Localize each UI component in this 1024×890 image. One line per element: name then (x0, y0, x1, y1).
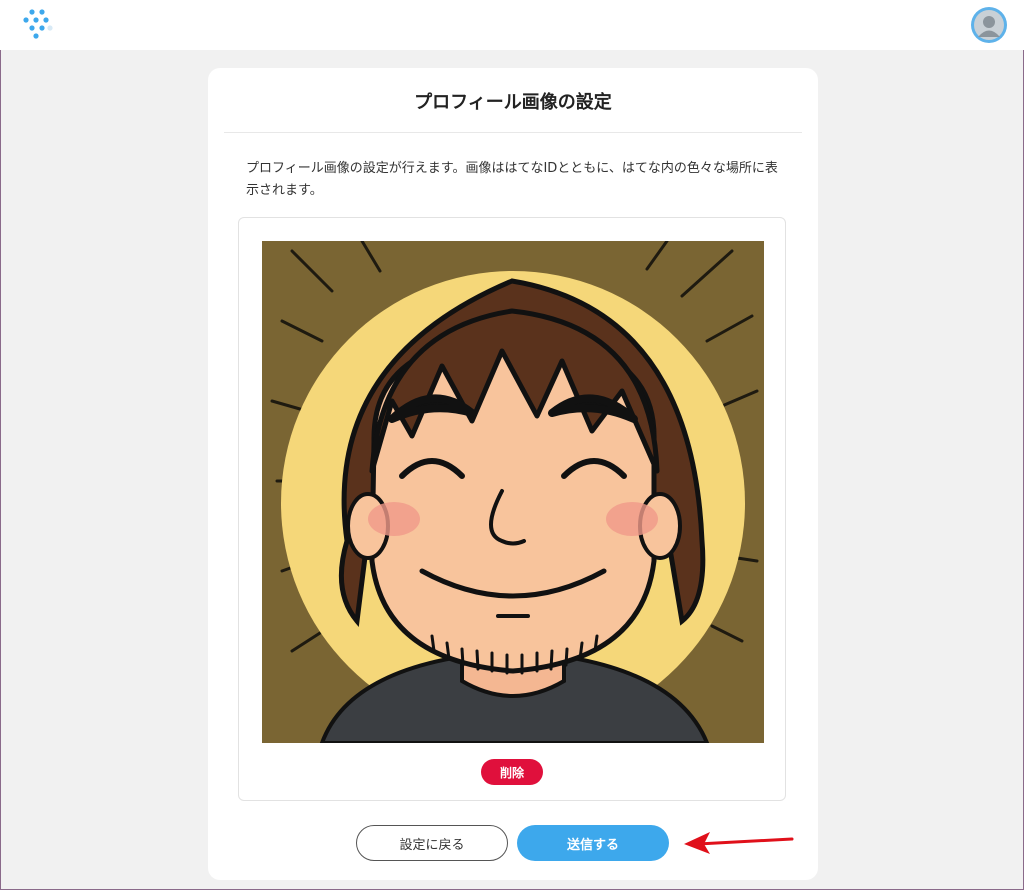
delete-button[interactable]: 削除 (481, 759, 543, 785)
title-divider (224, 132, 802, 133)
hatena-dots-logo-icon[interactable] (22, 8, 54, 42)
submit-button[interactable]: 送信する (517, 825, 669, 861)
back-to-settings-button[interactable]: 設定に戻る (356, 825, 508, 861)
user-avatar-button[interactable] (971, 7, 1007, 43)
profile-illustration-icon (262, 241, 764, 743)
image-preview-panel: 削除 (238, 217, 786, 801)
red-arrow-icon (684, 832, 794, 854)
top-bar (0, 0, 1024, 50)
profile-image-card: プロフィール画像の設定 プロフィール画像の設定が行えます。画像ははてなIDととも… (208, 68, 818, 880)
page-title: プロフィール画像の設定 (414, 92, 612, 113)
description-text: プロフィール画像の設定が行えます。画像ははてなIDとともに、はてな内の色々な場所… (246, 161, 778, 198)
user-avatar-icon (974, 10, 1004, 40)
